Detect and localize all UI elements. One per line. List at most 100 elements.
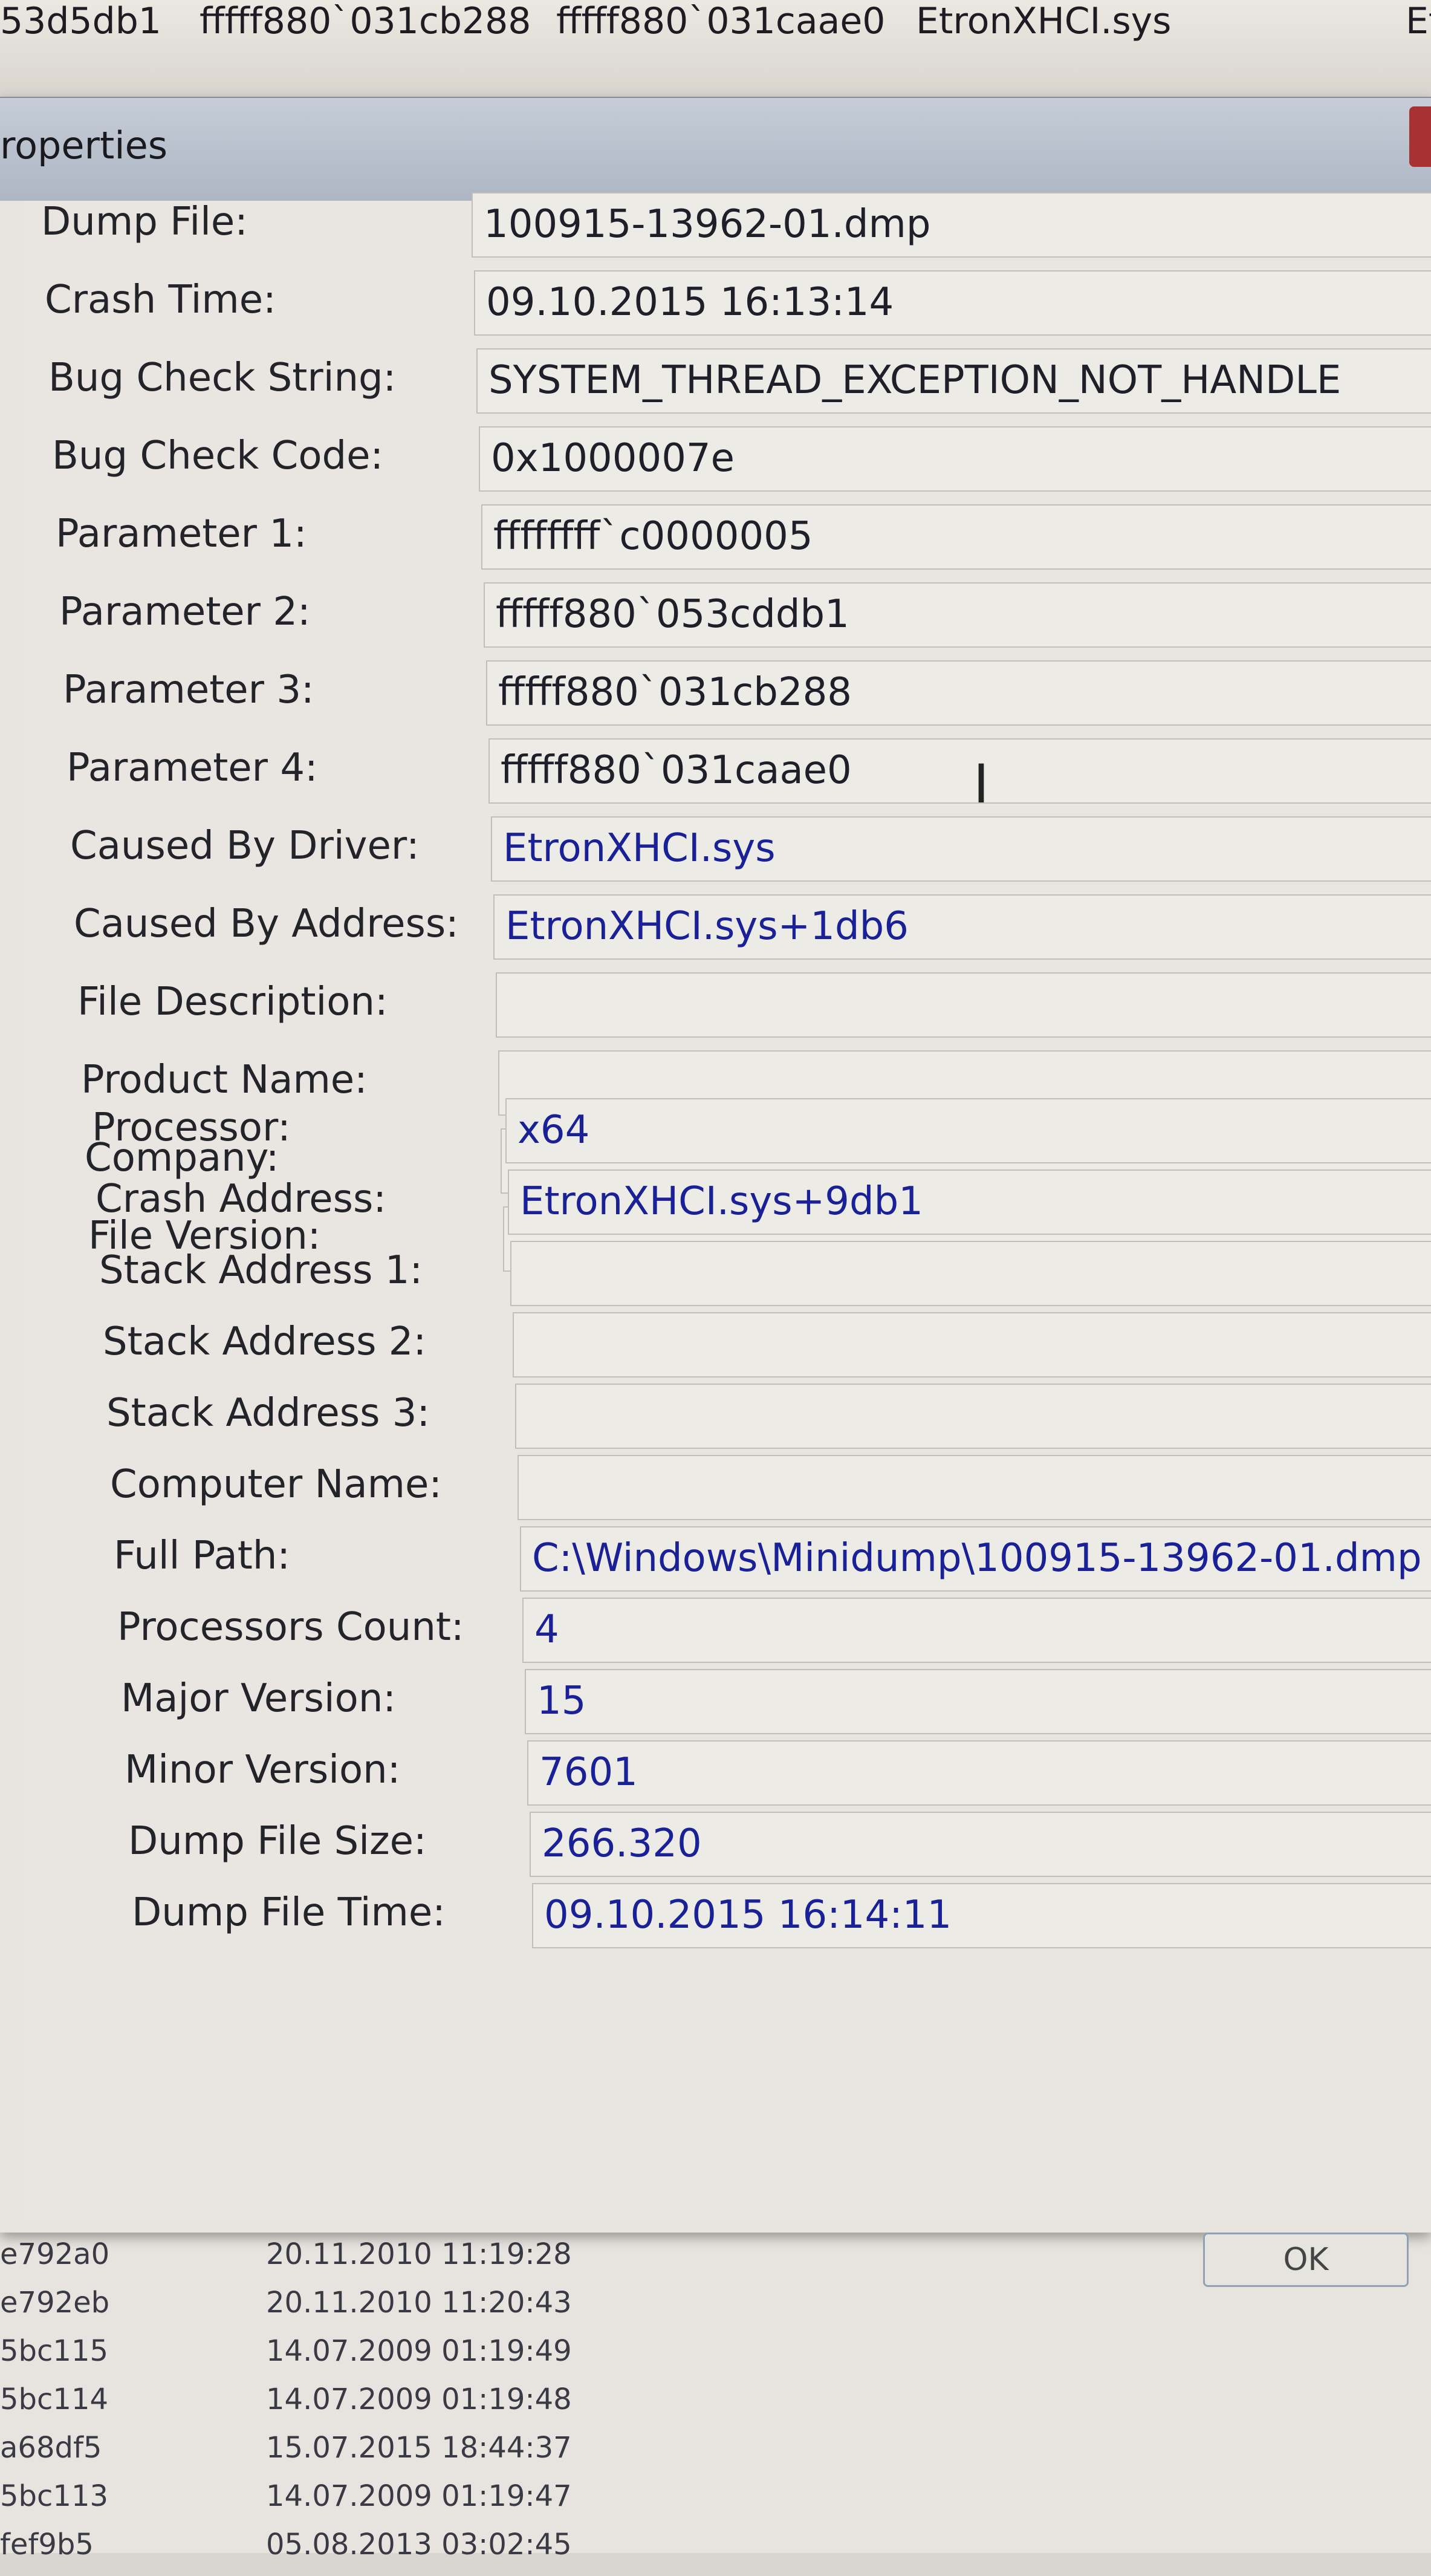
property-value-field[interactable] xyxy=(518,1455,1431,1520)
property-row: Parameter 3: fffff880`031cb288 xyxy=(24,657,1431,727)
bg-time: 14.07.2009 01:19:48 xyxy=(266,2382,572,2416)
property-row: Bug Check String: SYSTEM_THREAD_EXCEPTION… xyxy=(24,345,1431,415)
bg-id: fef9b5 xyxy=(0,2528,94,2561)
property-value: fffff880`031cb288 xyxy=(498,670,852,715)
property-label: Parameter 1: xyxy=(56,512,307,556)
property-value: 15 xyxy=(537,1679,586,1723)
property-value-field[interactable]: 100915-13962-01.dmp xyxy=(472,192,1431,258)
property-value-field[interactable]: 09.10.2015 16:14:11 xyxy=(532,1883,1431,1948)
ok-button[interactable]: OK xyxy=(1203,2233,1409,2287)
list-item[interactable]: 5bc115 14.07.2009 01:19:49 xyxy=(0,2334,1431,2382)
property-label: File Description: xyxy=(77,980,388,1024)
property-row: Dump File Size: 266.320 xyxy=(24,1808,1431,1878)
property-row: Parameter 2: fffff880`053cddb1 xyxy=(24,579,1431,649)
property-row: Dump File Time: 09.10.2015 16:14:11 xyxy=(24,1879,1431,1950)
property-value-field[interactable] xyxy=(515,1384,1431,1449)
property-value-field[interactable]: EtronXHCI.sys+1db6 xyxy=(493,894,1431,960)
properties-panel: Dump File: 100915-13962-01.dmp Crash Time:… xyxy=(24,192,1431,2220)
bg-cell: fffff880`031cb288 xyxy=(200,0,531,42)
property-value-field[interactable]: 266.320 xyxy=(530,1812,1431,1877)
property-row: Parameter 1: ffffffff`c0000005 xyxy=(24,501,1431,571)
property-value-field[interactable]: EtronXHCI.sys+9db1 xyxy=(508,1169,1431,1235)
bg-id: 5bc114 xyxy=(0,2382,109,2416)
property-value-field[interactable]: 15 xyxy=(525,1669,1431,1734)
bg-time: 15.07.2015 18:44:37 xyxy=(266,2431,572,2465)
property-value-field[interactable]: x64 xyxy=(505,1098,1431,1163)
property-value: 7601 xyxy=(539,1750,638,1795)
property-row: Minor Version: 7601 xyxy=(24,1737,1431,1807)
property-value: SYSTEM_THREAD_EXCEPTION_NOT_HANDLE xyxy=(488,358,1342,403)
property-label: Crash Time: xyxy=(45,278,276,322)
property-row: Full Path: C:\Windows\Minidump\100915-139… xyxy=(24,1523,1431,1593)
property-row: Bug Check Code: 0x1000007e xyxy=(24,423,1431,493)
property-value-field[interactable]: fffff880`031cb288 xyxy=(486,660,1431,726)
property-row: Stack Address 2: xyxy=(24,1309,1431,1379)
property-label: Stack Address 1: xyxy=(99,1248,423,1293)
property-label: Stack Address 2: xyxy=(103,1319,427,1364)
property-label: Dump File: xyxy=(41,200,248,244)
bg-time: 20.11.2010 11:19:28 xyxy=(266,2237,572,2271)
bg-id: e792a0 xyxy=(0,2237,110,2271)
property-row: Stack Address 3: xyxy=(24,1380,1431,1450)
property-value-field[interactable]: 0x1000007e xyxy=(479,426,1431,492)
property-value-field[interactable]: 7601 xyxy=(527,1740,1431,1806)
property-label: Major Version: xyxy=(121,1676,396,1721)
bg-time: 14.07.2009 01:19:49 xyxy=(266,2334,572,2368)
bg-cell: Et xyxy=(1406,0,1431,42)
property-label: Stack Address 3: xyxy=(106,1391,430,1436)
property-label: Parameter 2: xyxy=(59,590,311,634)
property-value: 0x1000007e xyxy=(491,436,735,481)
property-value-field[interactable]: C:\Windows\Minidump\100915-13962-01.dmp xyxy=(520,1526,1431,1592)
property-value-field[interactable]: 4 xyxy=(522,1598,1431,1663)
property-value: 09.10.2015 16:13:14 xyxy=(486,280,894,325)
bg-time: 14.07.2009 01:19:47 xyxy=(266,2479,572,2513)
list-item[interactable]: 5bc114 14.07.2009 01:19:48 xyxy=(0,2382,1431,2431)
bg-cell: 53d5db1 xyxy=(0,0,161,42)
property-row: Dump File: 100915-13962-01.dmp xyxy=(24,189,1431,259)
text-cursor-icon: I xyxy=(973,753,989,815)
property-value-field[interactable]: EtronXHCI.sys xyxy=(491,816,1431,882)
property-row: File Description: xyxy=(24,969,1431,1039)
dialog-title: roperties xyxy=(0,123,168,168)
property-value: C:\Windows\Minidump\100915-13962-01.dmp xyxy=(532,1536,1422,1581)
property-value-field[interactable]: 09.10.2015 16:13:14 xyxy=(474,270,1431,336)
property-row: Crash Time: 09.10.2015 16:13:14 xyxy=(24,267,1431,337)
property-value: 09.10.2015 16:14:11 xyxy=(544,1893,952,1937)
property-value: 100915-13962-01.dmp xyxy=(484,202,931,247)
property-value-field[interactable]: SYSTEM_THREAD_EXCEPTION_NOT_HANDLE xyxy=(476,348,1431,414)
property-value: 4 xyxy=(534,1607,559,1652)
bg-id: a68df5 xyxy=(0,2431,102,2465)
property-value-field[interactable]: ffffffff`c0000005 xyxy=(481,504,1431,570)
list-item[interactable]: e792eb 20.11.2010 11:20:43 xyxy=(0,2286,1431,2334)
property-row: Parameter 4: fffff880`031caae0 xyxy=(24,735,1431,805)
property-value-field[interactable] xyxy=(513,1312,1431,1377)
property-label: Caused By Address: xyxy=(74,902,459,946)
list-item[interactable]: a68df5 15.07.2015 18:44:37 xyxy=(0,2431,1431,2479)
property-value-field[interactable]: fffff880`031caae0 xyxy=(488,738,1431,804)
property-label: Bug Check Code: xyxy=(52,434,384,478)
property-value: x64 xyxy=(518,1108,590,1153)
property-value: fffff880`053cddb1 xyxy=(496,592,849,637)
property-value: fffff880`031caae0 xyxy=(501,748,852,793)
property-label: Computer Name: xyxy=(110,1462,442,1507)
property-label: Full Path: xyxy=(114,1534,290,1578)
property-row: Stack Address 1: xyxy=(24,1237,1431,1307)
property-label: Dump File Time: xyxy=(132,1890,446,1935)
close-button[interactable] xyxy=(1409,106,1431,167)
bg-cell: EtronXHCI.sys xyxy=(916,0,1172,42)
property-label: Minor Version: xyxy=(125,1748,401,1792)
property-row: Caused By Driver: EtronXHCI.sys xyxy=(24,813,1431,883)
property-value: ffffffff`c0000005 xyxy=(493,514,813,559)
property-value-field[interactable]: fffff880`053cddb1 xyxy=(484,582,1431,648)
property-value-field[interactable] xyxy=(510,1241,1431,1306)
bg-time: 20.11.2010 11:20:43 xyxy=(266,2286,572,2320)
property-value-field[interactable] xyxy=(496,972,1431,1038)
property-value: 266.320 xyxy=(542,1821,702,1866)
list-item[interactable]: 5bc113 14.07.2009 01:19:47 xyxy=(0,2479,1431,2528)
bg-id: 5bc113 xyxy=(0,2479,109,2513)
dialog-titlebar[interactable]: roperties xyxy=(0,98,1431,201)
property-row: Caused By Address: EtronXHCI.sys+1db6 xyxy=(24,891,1431,961)
bg-id: e792eb xyxy=(0,2286,110,2320)
list-item[interactable]: fef9b5 05.08.2013 03:02:45 xyxy=(0,2528,1431,2576)
property-value: EtronXHCI.sys+1db6 xyxy=(505,904,909,949)
